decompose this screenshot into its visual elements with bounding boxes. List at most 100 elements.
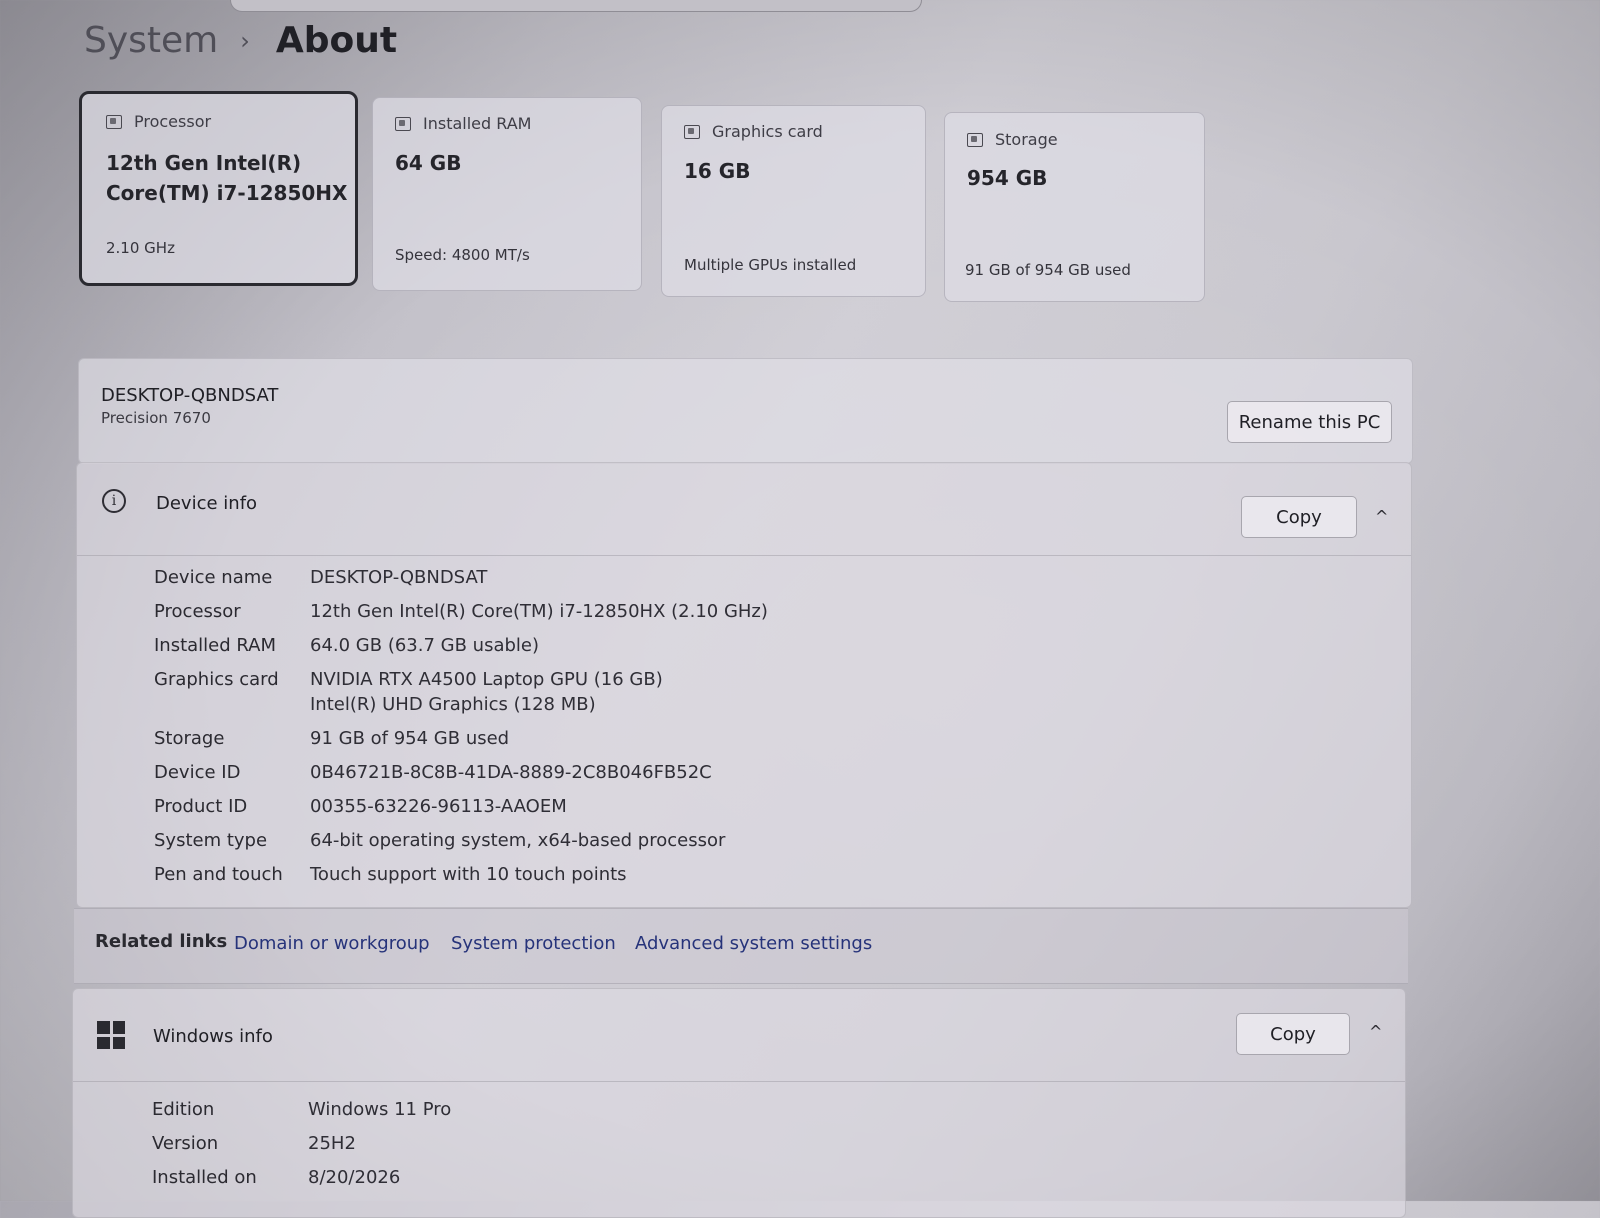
info-row: Version 25H2	[152, 1131, 451, 1156]
memory-icon	[395, 116, 411, 131]
info-row-value-line: NVIDIA RTX A4500 Laptop GPU (16 GB)	[310, 669, 663, 690]
related-links-bar: Related links Domain or workgroup System…	[74, 908, 1408, 984]
info-row-value-line: 91 GB of 954 GB used	[310, 728, 510, 749]
ram-card[interactable]: Installed RAM 64 GB Speed: 4800 MT/s	[372, 97, 642, 291]
info-row: Storage 91 GB of 954 GB used	[154, 726, 768, 751]
windows-info-copy-button[interactable]: Copy	[1236, 1013, 1350, 1055]
storage-card[interactable]: Storage 954 GB 91 GB of 954 GB used	[944, 112, 1205, 302]
pc-name-panel: DESKTOP-QBNDSAT Precision 7670 Rename th…	[78, 358, 1413, 464]
info-row: Device name DESKTOP-QBNDSAT	[154, 565, 768, 590]
info-row-value: 00355-63226-96113-AAOEM	[310, 794, 567, 819]
info-row: Pen and touch Touch support with 10 touch…	[154, 862, 768, 887]
info-row-label: Pen and touch	[154, 864, 283, 885]
info-row-value: Windows 11 Pro	[308, 1097, 451, 1122]
info-row-value: NVIDIA RTX A4500 Laptop GPU (16 GB) Intel…	[310, 667, 663, 717]
windows-info-header[interactable]: Windows info Copy ^	[73, 989, 1405, 1082]
ram-card-sub: Speed: 4800 MT/s	[395, 246, 530, 264]
info-row-label: Installed on	[152, 1167, 257, 1188]
info-row-value-line: Windows 11 Pro	[308, 1099, 452, 1120]
info-row-value-line: 12th Gen Intel(R) Core(TM) i7-12850HX (2…	[310, 601, 768, 622]
windows-info-title: Windows info	[153, 1026, 273, 1047]
info-row-value-line: 8/20/2026	[308, 1167, 401, 1188]
breadcrumb-separator-icon: ›	[240, 26, 250, 55]
info-row: Installed RAM 64.0 GB (63.7 GB usable)	[154, 633, 768, 658]
processor-card-sub: 2.10 GHz	[106, 239, 175, 257]
info-row: Edition Windows 11 Pro	[152, 1097, 451, 1122]
info-row-value: 25H2	[308, 1131, 356, 1156]
pc-name: DESKTOP-QBNDSAT	[101, 385, 279, 406]
windows-info-chevron-up-icon[interactable]: ^	[1369, 1022, 1382, 1041]
related-links-label: Related links	[95, 931, 228, 952]
info-row: Product ID 00355-63226-96113-AAOEM	[154, 794, 768, 819]
ram-card-header: Installed RAM	[395, 114, 531, 133]
info-row-value: Touch support with 10 touch points	[310, 862, 627, 887]
processor-card-value: 12th Gen Intel(R) Core(TM) i7-12850HX	[106, 148, 347, 208]
breadcrumb-system[interactable]: System	[84, 20, 218, 61]
info-row-value: 12th Gen Intel(R) Core(TM) i7-12850HX (2…	[310, 599, 768, 624]
ram-card-label: Installed RAM	[423, 114, 532, 133]
processor-card[interactable]: Processor 12th Gen Intel(R) Core(TM) i7-…	[79, 91, 358, 286]
info-row-label: Processor	[154, 601, 241, 622]
processor-card-label: Processor	[134, 112, 212, 131]
graphics-card-value: 16 GB	[684, 159, 751, 183]
device-info-section: i Device info Copy ^ Device name DESKTOP-…	[76, 462, 1412, 908]
info-row-value-line: 25H2	[308, 1133, 356, 1154]
processor-card-value-line1: 12th Gen Intel(R)	[106, 151, 302, 175]
storage-card-label: Storage	[995, 130, 1058, 149]
info-row-value-line: DESKTOP-QBNDSAT	[310, 567, 488, 588]
info-row-label: Device ID	[154, 762, 241, 783]
breadcrumb: System › About	[84, 20, 397, 61]
system-protection-link[interactable]: System protection	[451, 933, 616, 954]
storage-card-header: Storage	[967, 130, 1058, 149]
storage-icon	[967, 132, 983, 147]
info-row-label: Product ID	[154, 796, 248, 817]
info-row-value-line: 00355-63226-96113-AAOEM	[310, 796, 567, 817]
info-row-value-line: Touch support with 10 touch points	[310, 864, 627, 885]
info-row-label: Device name	[154, 567, 273, 588]
info-row-value-line: 64-bit operating system, x64-based proce…	[310, 830, 726, 851]
info-row-label: Storage	[154, 728, 225, 749]
info-row: Processor 12th Gen Intel(R) Core(TM) i7-1…	[154, 599, 768, 624]
pc-model: Precision 7670	[101, 409, 211, 427]
info-row-label: Version	[152, 1133, 219, 1154]
info-row-label: System type	[154, 830, 268, 851]
info-row-value-line: 0B46721B-8C8B-41DA-8889-2C8B046FB52C	[310, 762, 712, 783]
info-row-label: Graphics card	[154, 669, 279, 690]
device-info-chevron-up-icon[interactable]: ^	[1375, 507, 1388, 526]
info-row-value: 64-bit operating system, x64-based proce…	[310, 828, 725, 853]
storage-card-value: 954 GB	[967, 166, 1048, 190]
rename-pc-button[interactable]: Rename this PC	[1227, 401, 1392, 443]
info-row-value-line: 64.0 GB (63.7 GB usable)	[310, 635, 539, 656]
info-row-value: DESKTOP-QBNDSAT	[310, 565, 487, 590]
windows-logo-icon	[97, 1021, 125, 1049]
page-title: About	[275, 20, 398, 61]
info-row-label: Installed RAM	[154, 635, 277, 656]
domain-or-workgroup-link[interactable]: Domain or workgroup	[234, 933, 430, 954]
graphics-card-icon	[684, 124, 700, 139]
info-row-value: 64.0 GB (63.7 GB usable)	[310, 633, 539, 658]
info-row: Graphics card NVIDIA RTX A4500 Laptop GPU…	[154, 667, 768, 717]
windows-info-rows: Edition Windows 11 Pro Version 25H2 Installe…	[152, 1097, 451, 1199]
advanced-system-settings-link[interactable]: Advanced system settings	[635, 933, 872, 954]
info-row-value: 91 GB of 954 GB used	[310, 726, 509, 751]
info-row-label: Edition	[152, 1099, 215, 1120]
info-row: System type 64-bit operating system, x64-…	[154, 828, 768, 853]
graphics-card-sub: Multiple GPUs installed	[684, 256, 857, 274]
info-row-value-line: Intel(R) UHD Graphics (128 MB)	[310, 694, 596, 715]
graphics-card-header: Graphics card	[684, 122, 823, 141]
search-box-edge[interactable]	[230, 0, 922, 12]
info-row: Installed on 8/20/2026	[152, 1165, 451, 1190]
info-row: Device ID 0B46721B-8C8B-41DA-8889-2C8B046…	[154, 760, 768, 785]
graphics-card-label: Graphics card	[712, 122, 823, 141]
info-row-value: 0B46721B-8C8B-41DA-8889-2C8B046FB52C	[310, 760, 712, 785]
ram-card-value: 64 GB	[395, 151, 462, 175]
processor-icon	[106, 114, 122, 129]
windows-info-section: Windows info Copy ^ Edition Windows 11 Pr…	[72, 988, 1406, 1218]
processor-card-value-line2: Core(TM) i7-12850HX	[106, 181, 348, 205]
device-info-copy-button[interactable]: Copy	[1241, 496, 1357, 538]
graphics-card[interactable]: Graphics card 16 GB Multiple GPUs instal…	[661, 105, 926, 297]
device-info-header[interactable]: i Device info Copy ^	[77, 463, 1411, 556]
info-icon: i	[102, 489, 126, 513]
device-info-title: Device info	[156, 493, 258, 514]
device-info-rows: Device name DESKTOP-QBNDSAT Processor 12th …	[154, 565, 768, 896]
